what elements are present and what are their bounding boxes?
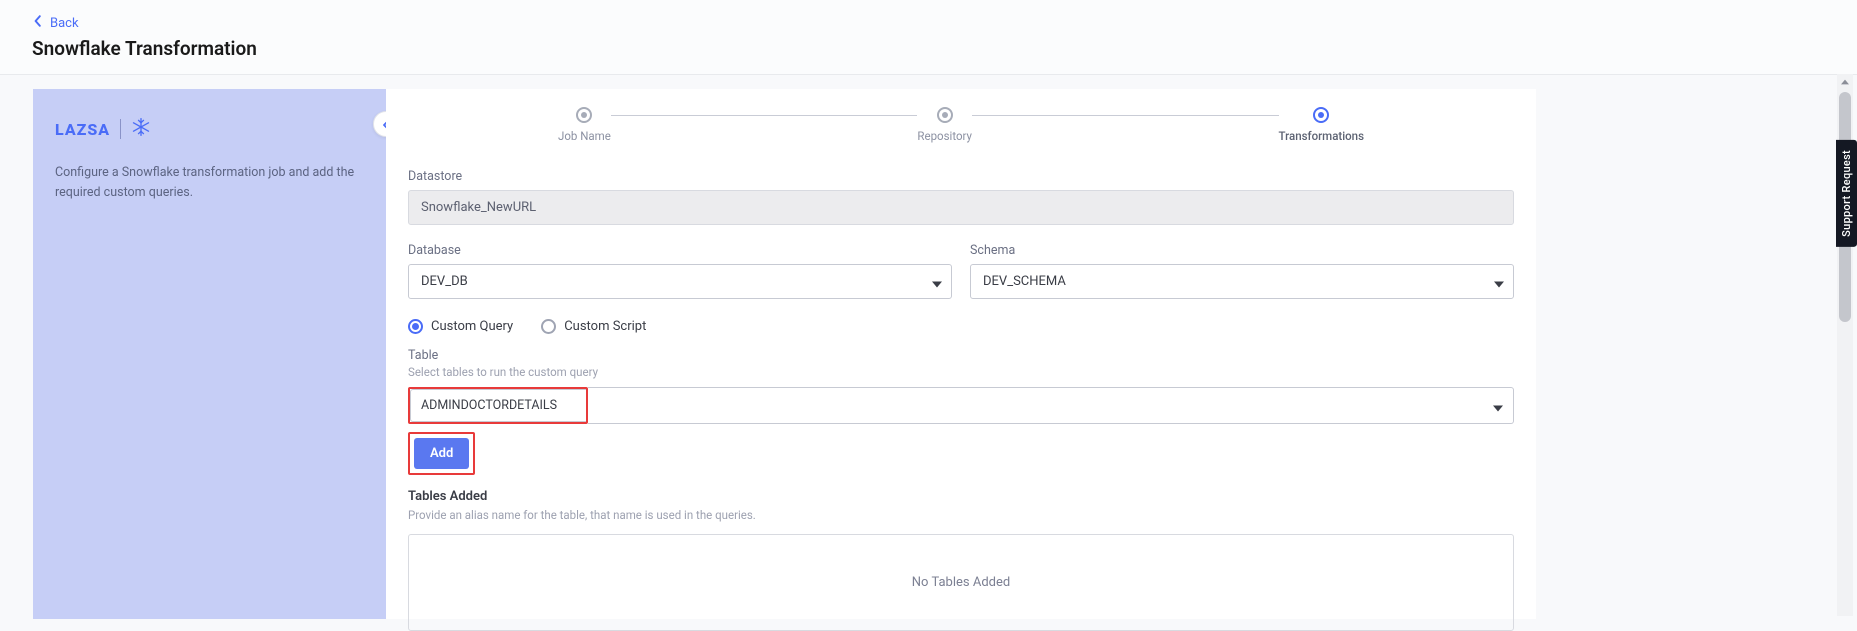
- step-label: Transformations: [1279, 129, 1364, 143]
- datastore-label: Datastore: [408, 169, 1514, 184]
- main-panel: Job Name Repository Transformations Data…: [386, 89, 1536, 619]
- sidebar: LAZSA Configure a Snowflake transformati…: [33, 89, 386, 619]
- schema-select[interactable]: DEV_SCHEMA: [970, 264, 1514, 299]
- back-link[interactable]: Back: [32, 15, 79, 31]
- step-repository[interactable]: Repository: [917, 107, 972, 143]
- back-label: Back: [50, 16, 79, 31]
- step-transformations[interactable]: Transformations: [1279, 107, 1364, 143]
- support-request-tab[interactable]: Support Request: [1836, 140, 1857, 247]
- schema-label: Schema: [970, 243, 1514, 258]
- tables-added-empty: No Tables Added: [408, 534, 1514, 631]
- table-sublabel: Select tables to run the custom query: [408, 365, 1514, 379]
- brand-name: LAZSA: [55, 120, 110, 139]
- step-job-name[interactable]: Job Name: [558, 107, 611, 143]
- caret-down-icon: [1493, 396, 1503, 415]
- chevron-left-icon: [32, 15, 44, 31]
- table-input[interactable]: [410, 389, 586, 422]
- scroll-up-icon[interactable]: [1837, 74, 1853, 90]
- step-connector: [611, 115, 918, 116]
- radio-custom-script[interactable]: Custom Script: [541, 319, 646, 334]
- datastore-field: Snowflake_NewURL: [408, 190, 1514, 225]
- radio-label: Custom Script: [564, 319, 646, 334]
- step-circle-icon: [937, 107, 953, 123]
- add-button[interactable]: Add: [414, 438, 469, 469]
- radio-icon: [541, 319, 556, 334]
- add-button-highlight: Add: [408, 432, 475, 475]
- stepper: Job Name Repository Transformations: [558, 107, 1364, 143]
- tables-added-title: Tables Added: [408, 489, 1514, 504]
- no-tables-text: No Tables Added: [912, 575, 1010, 590]
- table-input-highlight: [408, 387, 588, 424]
- brand: LAZSA: [55, 117, 364, 141]
- step-circle-icon: [1313, 107, 1329, 123]
- brand-divider: [120, 119, 121, 139]
- snowflake-icon: [131, 117, 151, 141]
- step-label: Job Name: [558, 129, 611, 143]
- database-select[interactable]: DEV_DB: [408, 264, 952, 299]
- step-circle-icon: [576, 107, 592, 123]
- tables-added-sublabel: Provide an alias name for the table, tha…: [408, 508, 1514, 522]
- page-title: Snowflake Transformation: [32, 37, 1825, 60]
- table-select[interactable]: [588, 387, 1514, 424]
- table-label: Table: [408, 348, 1514, 363]
- radio-custom-query[interactable]: Custom Query: [408, 319, 513, 334]
- radio-label: Custom Query: [431, 319, 513, 334]
- database-label: Database: [408, 243, 952, 258]
- radio-icon: [408, 319, 423, 334]
- step-connector: [972, 115, 1279, 116]
- sidebar-description: Configure a Snowflake transformation job…: [55, 163, 364, 203]
- step-label: Repository: [917, 129, 972, 143]
